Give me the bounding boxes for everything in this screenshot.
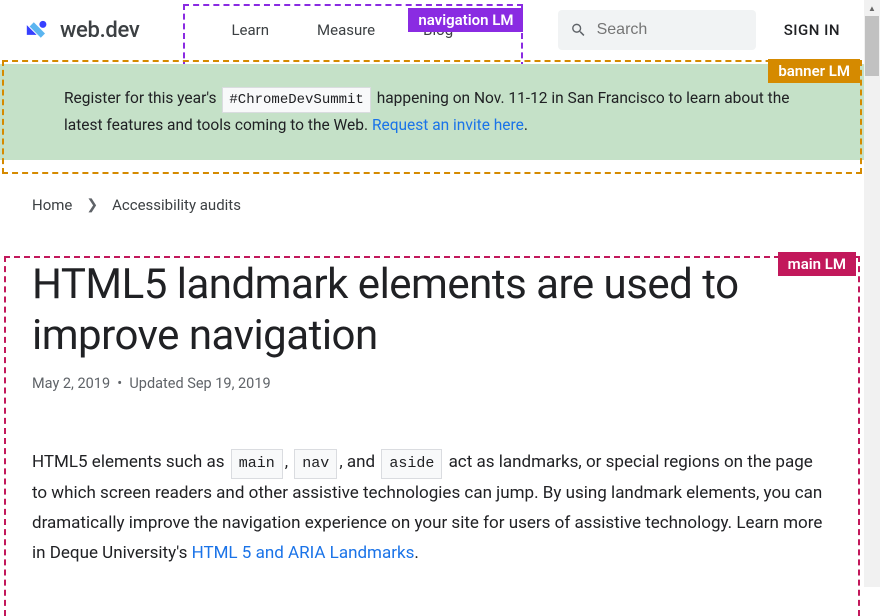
article-dates: May 2, 2019 • Updated Sep 19, 2019 [32,375,832,392]
nav-item-learn[interactable]: Learn [207,21,293,39]
banner-invite-link[interactable]: Request an invite here [372,116,524,134]
signin-button[interactable]: SIGN IN [784,21,844,39]
logo-text: web.dev [60,18,139,43]
page-title: HTML5 landmark elements are used to impr… [32,260,832,361]
date-updated-label: Updated [129,375,183,392]
logo[interactable]: web.dev [24,18,139,43]
article-paragraph: HTML5 elements such as main, nav, and as… [32,448,832,569]
scrollbar-thumb[interactable] [865,16,879,76]
site-header: web.dev Learn Measure Blog navigation LM… [0,0,864,60]
logo-icon [24,19,52,41]
banner-hashtag: #ChromeDevSummit [222,87,370,113]
code-main: main [231,449,283,479]
breadcrumb-home[interactable]: Home [32,196,72,214]
nav-item-blog[interactable]: Blog [399,21,477,39]
code-aside: aside [381,449,442,479]
breadcrumb-current[interactable]: Accessibility audits [112,196,241,214]
scroll-up-icon[interactable]: ▲ [864,0,880,16]
date-published: May 2, 2019 [32,375,110,392]
search-input[interactable] [597,21,744,39]
chevron-right-icon: ❯ [86,197,98,213]
main-content: main LM HTML5 landmark elements are used… [0,260,864,568]
nav-item-measure[interactable]: Measure [293,21,399,39]
primary-nav: Learn Measure Blog navigation LM [187,0,497,60]
banner-text-pre: Register for this year's [64,89,217,107]
search-box[interactable] [558,10,756,50]
date-updated: Sep 19, 2019 [187,375,270,392]
deque-link[interactable]: HTML 5 and ARIA Landmarks [192,543,415,563]
announcement-banner: Register for this year's #ChromeDevSummi… [0,64,864,160]
banner-suffix: . [524,116,528,134]
date-separator: • [117,375,122,392]
search-icon [570,20,587,40]
code-nav: nav [294,449,337,479]
breadcrumb: Home ❯ Accessibility audits [0,160,864,238]
vertical-scrollbar[interactable]: ▲ [864,0,880,587]
